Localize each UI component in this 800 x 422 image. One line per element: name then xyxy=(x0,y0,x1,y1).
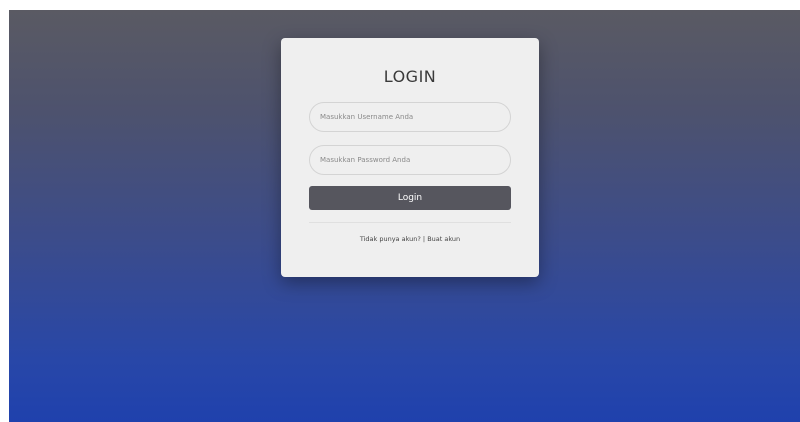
footer-separator: | xyxy=(422,235,426,243)
login-button[interactable]: Login xyxy=(309,186,511,210)
login-title: LOGIN xyxy=(383,67,437,86)
signup-prompt: Tidak punya akun? | Buat akun xyxy=(281,235,539,243)
divider xyxy=(309,222,511,223)
password-input[interactable] xyxy=(309,145,511,175)
page-background: LOGIN Login Tidak punya akun? | Buat aku… xyxy=(9,10,800,422)
no-account-text: Tidak punya akun? xyxy=(359,235,421,243)
username-input[interactable] xyxy=(309,102,511,132)
login-card: LOGIN Login Tidak punya akun? | Buat aku… xyxy=(281,38,539,277)
create-account-link[interactable]: Buat akun xyxy=(427,235,460,243)
